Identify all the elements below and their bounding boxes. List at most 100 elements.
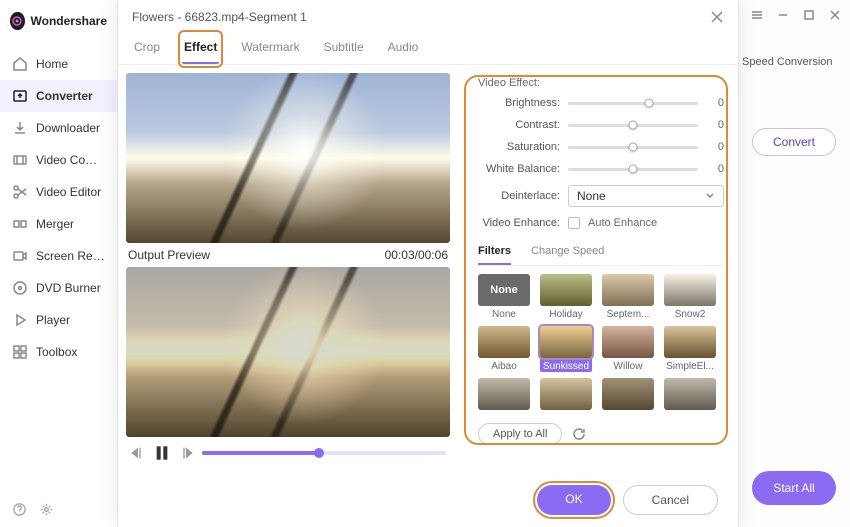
transport-controls	[126, 437, 450, 469]
deinterlace-label: Deinterlace:	[478, 190, 560, 202]
filter-label: SimpleEl...	[664, 358, 716, 372]
start-all-button[interactable]: Start All	[752, 471, 836, 505]
filter-label: Sunkissed	[540, 358, 592, 372]
slider-value: 0	[706, 141, 724, 153]
filter-item-11[interactable]	[664, 378, 716, 413]
filter-None[interactable]: NoneNone	[478, 274, 530, 320]
sidebar-item-merger[interactable]: Merger	[0, 208, 117, 240]
filter-item-9[interactable]	[540, 378, 592, 413]
tab-watermark[interactable]: Watermark	[239, 34, 301, 64]
convert-button[interactable]: Convert	[752, 128, 836, 156]
slider-value: 0	[706, 119, 724, 131]
tab-effect[interactable]: Effect	[182, 34, 219, 64]
sidebar-item-downloader[interactable]: Downloader	[0, 112, 117, 144]
filter-label: Snow2	[664, 306, 716, 320]
minimize-icon[interactable]	[776, 8, 790, 22]
maximize-icon[interactable]	[802, 8, 816, 22]
auto-enhance-checkbox[interactable]	[568, 217, 580, 229]
brand: Wondershare	[0, 0, 117, 42]
slider-0[interactable]	[568, 102, 698, 105]
sidebar-item-label: Downloader	[36, 121, 100, 135]
filter-Septem...[interactable]: Septem...	[602, 274, 654, 320]
slider-2[interactable]	[568, 146, 698, 149]
prev-frame-button[interactable]	[130, 445, 146, 461]
sidebar-item-label: Toolbox	[36, 345, 77, 359]
cancel-button[interactable]: Cancel	[623, 485, 718, 515]
menu-icon[interactable]	[750, 8, 764, 22]
download-icon	[12, 120, 28, 136]
sidebar-item-toolbox[interactable]: Toolbox	[0, 336, 117, 368]
close-icon[interactable]	[710, 10, 724, 24]
filter-label: Aibao	[478, 358, 530, 372]
brand-logo-icon	[10, 12, 25, 30]
help-icon[interactable]	[12, 502, 27, 517]
tab-audio[interactable]: Audio	[386, 34, 421, 64]
pause-button[interactable]	[154, 445, 170, 461]
filter-Snow2[interactable]: Snow2	[664, 274, 716, 320]
deinterlace-select[interactable]: None	[568, 185, 724, 207]
filter-SimpleEl...[interactable]: SimpleEl...	[664, 326, 716, 372]
sidebar-item-converter[interactable]: Converter	[0, 80, 117, 112]
filter-Sunkissed[interactable]: Sunkissed	[540, 326, 592, 372]
auto-enhance-option: Auto Enhance	[588, 217, 657, 229]
effect-column: Video Effect: Brightness: 0 Contrast: 0 Satu…	[458, 73, 738, 469]
slider-label: White Balance:	[478, 163, 560, 175]
filter-label	[478, 410, 530, 413]
seek-bar[interactable]	[202, 451, 446, 455]
dialog-tabs: Crop Effect Watermark Subtitle Audio	[118, 28, 738, 65]
filter-Holiday[interactable]: Holiday	[540, 274, 592, 320]
speed-conversion-label[interactable]: Speed Conversion	[742, 52, 836, 72]
slider-value: 0	[706, 97, 724, 109]
dialog-title: Flowers - 66823.mp4-Segment 1	[132, 10, 307, 24]
effect-dialog: Flowers - 66823.mp4-Segment 1 Crop Effec…	[118, 0, 738, 527]
slider-3[interactable]	[568, 168, 698, 171]
ok-button[interactable]: OK	[537, 485, 610, 515]
play-icon	[12, 312, 28, 328]
sidebar-item-label: Converter	[36, 89, 93, 103]
slider-label: Brightness:	[478, 97, 560, 109]
close-window-icon[interactable]	[828, 8, 842, 22]
sidebar-item-label: DVD Burner	[36, 281, 101, 295]
right-panel: Speed Conversion Convert Start All	[738, 0, 850, 527]
brand-name: Wondershare	[31, 14, 107, 28]
chevron-down-icon	[705, 191, 715, 201]
tab-subtitle[interactable]: Subtitle	[322, 34, 366, 64]
filter-label	[602, 410, 654, 413]
sidebar-item-dvd[interactable]: DVD Burner	[0, 272, 117, 304]
sidebar-item-compressor[interactable]: Video Compressor	[0, 144, 117, 176]
apply-to-all-button[interactable]: Apply to All	[478, 423, 562, 445]
filter-label	[540, 410, 592, 413]
converter-icon	[12, 88, 28, 104]
next-frame-button[interactable]	[178, 445, 194, 461]
output-preview	[126, 267, 450, 437]
merger-icon	[12, 216, 28, 232]
sidebar-item-label: Player	[36, 313, 70, 327]
filter-item-10[interactable]	[602, 378, 654, 413]
subtab-change-speed[interactable]: Change Speed	[531, 241, 604, 265]
video-enhance-label: Video Enhance:	[478, 217, 560, 229]
slider-label: Saturation:	[478, 141, 560, 153]
recorder-icon	[12, 248, 28, 264]
sidebar-item-home[interactable]: Home	[0, 48, 117, 80]
settings-icon[interactable]	[39, 502, 54, 517]
refresh-icon[interactable]	[572, 427, 586, 441]
sidebar-item-recorder[interactable]: Screen Recorder	[0, 240, 117, 272]
filter-Willow[interactable]: Willow	[602, 326, 654, 372]
slider-value: 0	[706, 163, 724, 175]
scissors-icon	[12, 184, 28, 200]
filter-item-8[interactable]	[478, 378, 530, 413]
nav: Home Converter Downloader Video Compress…	[0, 42, 117, 492]
filter-Aibao[interactable]: Aibao	[478, 326, 530, 372]
sidebar-item-player[interactable]: Player	[0, 304, 117, 336]
output-preview-label: Output Preview	[128, 248, 210, 262]
filter-label: Holiday	[540, 306, 592, 320]
sidebar-item-label: Video Editor	[36, 185, 101, 199]
sidebar-item-label: Video Compressor	[36, 153, 105, 167]
slider-1[interactable]	[568, 124, 698, 127]
video-effect-label: Video Effect:	[478, 77, 724, 89]
slider-label: Contrast:	[478, 119, 560, 131]
sidebar-item-editor[interactable]: Video Editor	[0, 176, 117, 208]
tab-crop[interactable]: Crop	[132, 34, 162, 64]
home-icon	[12, 56, 28, 72]
subtab-filters[interactable]: Filters	[478, 241, 511, 265]
